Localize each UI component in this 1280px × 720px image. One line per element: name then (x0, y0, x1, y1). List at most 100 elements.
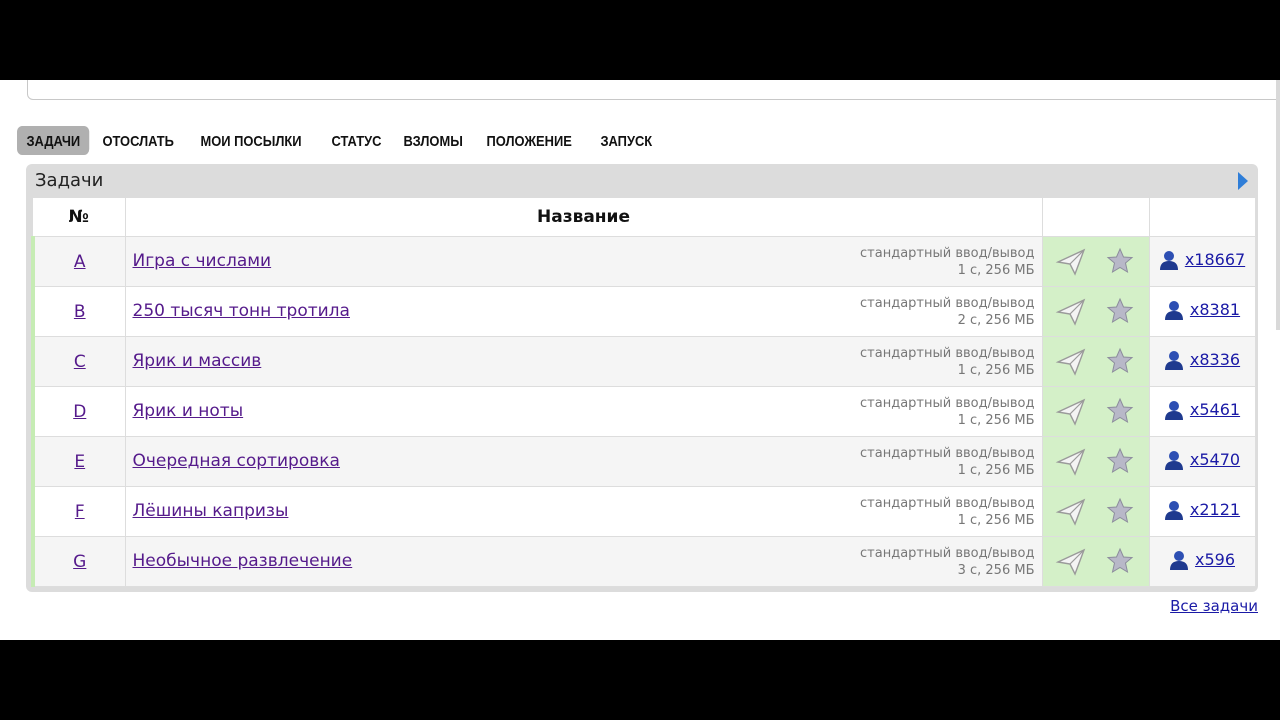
solved-count-cell: x18667 (1149, 236, 1256, 287)
solved-count-link[interactable]: x5461 (1190, 400, 1240, 419)
problem-name-link[interactable]: Лёшины капризы (133, 501, 289, 521)
problem-index-link[interactable]: G (73, 552, 86, 572)
submit-paper-plane-icon[interactable] (1055, 446, 1087, 478)
io-type: стандартный ввод/вывод (860, 496, 1035, 511)
solved-count-link[interactable]: x18667 (1185, 250, 1245, 269)
submit-paper-plane-icon[interactable] (1055, 246, 1087, 278)
problem-limits: стандартный ввод/вывод 3 с, 256 МБ (860, 545, 1034, 579)
solved-count-link[interactable]: x2121 (1190, 500, 1240, 519)
solved-count-cell: x596 (1149, 536, 1256, 587)
favorite-star-icon[interactable] (1104, 296, 1136, 328)
submit-paper-plane-icon[interactable] (1055, 296, 1087, 328)
solved-count[interactable]: x5461 (1164, 399, 1240, 421)
menu-item-my-submissions[interactable]: МОИ ПОСЫЛКИ (191, 126, 311, 155)
problem-limits: стандартный ввод/вывод 1 с, 256 МБ (860, 495, 1034, 529)
submit-paper-plane-icon[interactable] (1055, 546, 1087, 578)
favorite-star-icon[interactable] (1104, 446, 1136, 478)
table-header: № Название (33, 198, 1256, 237)
table-row: C Ярик и массив стандартный ввод/вывод 1… (31, 336, 1256, 387)
solved-count-cell: x5461 (1149, 386, 1256, 437)
solved-count[interactable]: x596 (1169, 549, 1235, 571)
user-icon (1159, 250, 1178, 270)
actions-cell (1042, 486, 1150, 537)
solved-count[interactable]: x5470 (1164, 449, 1240, 471)
problem-index-cell: A (31, 236, 126, 287)
solved-count-link[interactable]: x8381 (1190, 300, 1240, 319)
solved-count[interactable]: x18667 (1159, 249, 1245, 271)
problem-index-cell: G (31, 536, 126, 587)
time-memory-limits: 1 с, 256 МБ (957, 363, 1035, 378)
problem-name-cell: Необычное развлечение стандартный ввод/в… (125, 536, 1043, 587)
problem-name-link[interactable]: Ярик и массив (133, 351, 262, 371)
time-memory-limits: 1 с, 256 МБ (957, 413, 1035, 428)
io-type: стандартный ввод/вывод (860, 546, 1035, 561)
problem-index-link[interactable]: B (74, 302, 86, 322)
submit-paper-plane-icon[interactable] (1055, 346, 1087, 378)
problem-name-link[interactable]: Игра с числами (133, 251, 272, 271)
problem-index-cell: C (31, 336, 126, 387)
submit-paper-plane-icon[interactable] (1055, 396, 1087, 428)
solved-count[interactable]: x8381 (1164, 299, 1240, 321)
problem-limits: стандартный ввод/вывод 1 с, 256 МБ (860, 445, 1034, 479)
problems-panel: Задачи № Название A Игра с числами станд… (26, 164, 1258, 592)
menu-item-hacks[interactable]: ВЗЛОМЫ (394, 126, 472, 155)
problem-name-link[interactable]: Необычное развлечение (133, 551, 353, 571)
menu-item-standings[interactable]: ПОЛОЖЕНИЕ (477, 126, 581, 155)
problem-index-cell: E (31, 436, 126, 487)
problem-index-link[interactable]: A (74, 252, 86, 272)
problem-name-cell: 250 тысяч тонн тротила стандартный ввод/… (125, 286, 1043, 337)
problem-index-link[interactable]: E (74, 452, 85, 472)
problem-index-link[interactable]: D (73, 402, 86, 422)
menu-item-problems[interactable]: ЗАДАЧИ (17, 126, 90, 155)
io-type: стандартный ввод/вывод (860, 446, 1035, 461)
problem-index-link[interactable]: C (74, 352, 86, 372)
user-icon (1169, 550, 1188, 570)
favorite-star-icon[interactable] (1104, 496, 1136, 528)
solved-count-cell: x8336 (1149, 336, 1256, 387)
header-number: № (33, 198, 126, 237)
all-problems-link[interactable]: Все задачи (1170, 597, 1258, 615)
solved-count-link[interactable]: x8336 (1190, 350, 1240, 369)
problem-name-link[interactable]: Ярик и ноты (133, 401, 244, 421)
actions-cell (1042, 236, 1150, 287)
time-memory-limits: 1 с, 256 МБ (957, 513, 1035, 528)
user-icon (1164, 350, 1183, 370)
problem-index-link[interactable]: F (75, 502, 85, 522)
header-solved (1149, 198, 1256, 237)
header-actions (1042, 198, 1150, 237)
table-row: F Лёшины капризы стандартный ввод/вывод … (31, 486, 1256, 537)
favorite-star-icon[interactable] (1104, 346, 1136, 378)
problem-limits: стандартный ввод/вывод 1 с, 256 МБ (860, 245, 1034, 279)
favorite-star-icon[interactable] (1104, 246, 1136, 278)
solved-count[interactable]: x8336 (1164, 349, 1240, 371)
panel-title: Задачи (35, 170, 104, 191)
favorite-star-icon[interactable] (1104, 396, 1136, 428)
time-memory-limits: 2 с, 256 МБ (957, 313, 1035, 328)
problem-name-link[interactable]: Очередная сортировка (133, 451, 340, 471)
actions-cell (1042, 436, 1150, 487)
user-icon (1164, 300, 1183, 320)
menu-item-custom-invocation[interactable]: ЗАПУСК (591, 126, 662, 155)
table-row: G Необычное развлечение стандартный ввод… (31, 536, 1256, 587)
io-type: стандартный ввод/вывод (860, 346, 1035, 361)
solved-count[interactable]: x2121 (1164, 499, 1240, 521)
table-row: E Очередная сортировка стандартный ввод/… (31, 436, 1256, 487)
solved-count-link[interactable]: x596 (1195, 550, 1235, 569)
menu-item-status[interactable]: СТАТУС (322, 126, 391, 155)
second-level-menu: ЗАДАЧИ ОТОСЛАТЬ МОИ ПОСЫЛКИ СТАТУС ВЗЛОМ… (17, 126, 665, 155)
menu-item-submit[interactable]: ОТОСЛАТЬ (93, 126, 183, 155)
problem-index-cell: F (31, 486, 126, 537)
favorite-star-icon[interactable] (1104, 546, 1136, 578)
toggle-arrow-icon[interactable] (1238, 172, 1248, 190)
page: ЗАДАЧИ ОТОСЛАТЬ МОИ ПОСЫЛКИ СТАТУС ВЗЛОМ… (0, 80, 1280, 640)
submit-paper-plane-icon[interactable] (1055, 496, 1087, 528)
scrollbar[interactable] (1276, 80, 1280, 330)
problem-index-cell: D (31, 386, 126, 437)
time-memory-limits: 3 с, 256 МБ (957, 563, 1035, 578)
io-type: стандартный ввод/вывод (860, 246, 1035, 261)
problem-name-link[interactable]: 250 тысяч тонн тротила (133, 301, 350, 321)
problem-name-cell: Очередная сортировка стандартный ввод/вы… (125, 436, 1043, 487)
user-icon (1164, 500, 1183, 520)
problem-name-cell: Лёшины капризы стандартный ввод/вывод 1 … (125, 486, 1043, 537)
solved-count-link[interactable]: x5470 (1190, 450, 1240, 469)
